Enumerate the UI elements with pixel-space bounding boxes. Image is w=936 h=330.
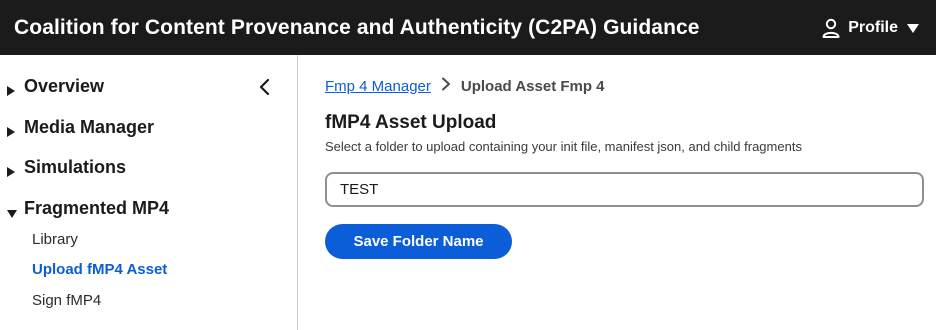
profile-menu[interactable]: Profile [822,18,920,38]
sidebar-item-label: Media Manager [24,117,155,137]
sidebar-item-overview[interactable]: Overview [6,76,104,97]
sidebar-item-label: Fragmented MP4 [24,198,170,218]
caret-right-icon [6,81,16,96]
sidebar: Overview Media Manager Simulations Fragm… [0,55,298,330]
sidebar-item-label: Overview [24,76,105,96]
sidebar-item-media-manager[interactable]: Media Manager [6,117,154,138]
profile-label: Profile [848,18,898,36]
breadcrumb-link-fmp4-manager[interactable]: Fmp 4 Manager [325,78,431,95]
main-content: Fmp 4 Manager Upload Asset Fmp 4 fMP4 As… [299,55,936,330]
user-icon [822,18,840,38]
sidebar-item-fragmented-mp4[interactable]: Fragmented MP4 [6,198,169,219]
sidebar-item-label: Simulations [24,157,127,177]
app-title: Coalition for Content Provenance and Aut… [14,15,700,39]
caret-down-icon [6,203,17,218]
top-app-bar: Coalition for Content Provenance and Aut… [0,0,936,55]
caret-right-icon [6,122,16,137]
sidebar-subitem-library[interactable]: Library [32,231,78,248]
save-folder-name-button[interactable]: Save Folder Name [325,224,512,259]
chevron-left-icon[interactable] [256,77,274,97]
caret-right-icon [6,162,16,177]
folder-name-input[interactable] [325,172,924,207]
page-title: fMP4 Asset Upload [325,112,497,133]
page-description: Select a folder to upload containing you… [325,139,802,154]
breadcrumb: Fmp 4 Manager Upload Asset Fmp 4 [325,77,605,95]
sidebar-subitem-sign-fmp4[interactable]: Sign fMP4 [32,292,101,309]
caret-down-icon [906,22,920,34]
sidebar-item-simulations[interactable]: Simulations [6,157,126,178]
chevron-right-icon [441,77,451,95]
breadcrumb-current: Upload Asset Fmp 4 [460,77,605,95]
sidebar-subitem-upload-fmp4-asset[interactable]: Upload fMP4 Asset [32,261,167,278]
